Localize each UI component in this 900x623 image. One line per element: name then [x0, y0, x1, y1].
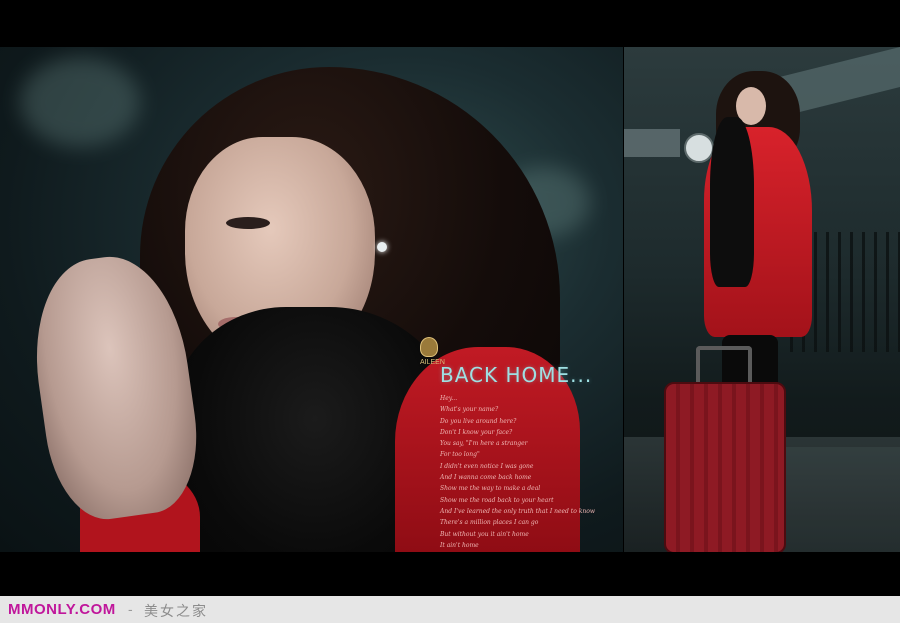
poem-line: Hey...	[440, 395, 458, 402]
poem-line: Show me the road back to your heart	[440, 496, 554, 504]
poem-line: And I wanna come back home	[440, 474, 532, 482]
portrait-photo: AILEEN BACK HOME... Hey... What's your na…	[0, 47, 623, 552]
station-photo	[624, 47, 900, 552]
poem-line: Do you live around here?	[440, 417, 517, 425]
poem-line: Don't I know your face?	[440, 428, 513, 436]
poem-line: Show me the way to make a deal	[440, 485, 541, 493]
poem-line: For too long"	[440, 451, 480, 459]
eye	[226, 217, 270, 229]
title-text: BACK HOME...	[440, 363, 593, 387]
poem-line: You say, "I'm here a stranger	[440, 440, 528, 448]
site-link[interactable]: MMONLY.COM	[8, 601, 116, 618]
earring	[377, 242, 387, 252]
bokeh-light	[20, 57, 140, 147]
poem-lines: Hey... What's your name? Do you live aroun…	[440, 393, 610, 551]
site-subtitle: 美女之家	[144, 603, 208, 619]
station-sign	[624, 129, 680, 157]
poem-line: And I've learned the only truth that I n…	[440, 507, 595, 515]
footer-bar: MMONLY.COM - 美女之家	[0, 596, 900, 623]
photo-spread: AILEEN BACK HOME... Hey... What's your na…	[0, 0, 900, 596]
poem-line: What's your name?	[440, 406, 499, 414]
poem-line: There's a million places I can go	[440, 519, 539, 527]
poem-line: I didn't even notice I was gone	[440, 462, 534, 470]
crest-icon	[420, 337, 438, 357]
poem-line: It ain't home	[440, 541, 479, 549]
poem-line: But without you it ain't home	[440, 530, 529, 538]
woman-black-scarf	[710, 117, 754, 287]
crest-logo: AILEEN	[420, 337, 445, 387]
red-suitcase	[664, 382, 786, 552]
logo-text: AILEEN	[420, 359, 445, 366]
separator: -	[128, 601, 133, 617]
